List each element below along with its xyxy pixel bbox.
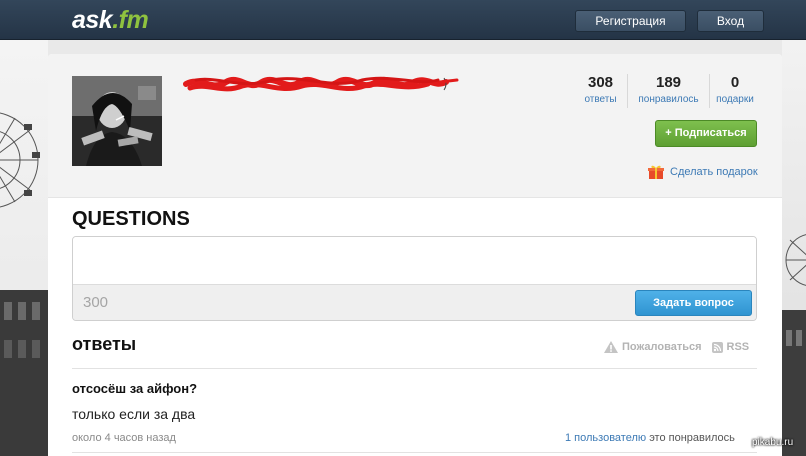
stat-gifts[interactable]: 0 подарки [710,74,760,108]
likes-text: это понравилось [649,432,735,444]
ask-fm-logo[interactable]: ask.fm [72,6,149,35]
stat-gifts-value: 0 [730,74,740,91]
avatar[interactable] [72,76,162,166]
stat-answers[interactable]: 308 ответы [574,74,628,108]
divider [72,368,757,369]
divider [72,452,757,453]
main-panel: 308 ответы 189 понравилось 0 подарки + П… [48,54,782,456]
make-gift-label: Сделать подарок [670,166,758,178]
char-counter: 300 [83,294,109,311]
report-link[interactable]: Пожаловаться [604,341,702,353]
ask-question-form: 300 Задать вопрос [72,236,757,321]
background-scene-right [782,40,806,456]
warning-icon [604,341,618,353]
ask-question-button[interactable]: Задать вопрос [635,290,752,316]
answer-likes: 1 пользователю это понравилось [565,432,735,444]
rss-link[interactable]: RSS [711,341,750,353]
make-gift-link[interactable]: Сделать подарок [648,164,758,180]
questions-heading: QUESTIONS [72,208,190,230]
rss-icon [711,341,723,353]
stat-gifts-label: подарки [716,94,754,105]
answer-question-text[interactable]: отсосёш за айфон? [72,381,197,396]
ask-form-footer: 300 Задать вопрос [73,284,756,320]
gift-icon [648,165,664,179]
logo-tld-text: .fm [112,6,149,34]
top-navigation-bar: ask.fm Регистрация Вход [0,0,806,40]
stat-likes-label: понравилось [638,94,699,105]
watermark: pikabu.ru [752,437,794,448]
rss-label: RSS [726,341,750,353]
profile-stats: 308 ответы 189 понравилось 0 подарки [574,74,760,108]
logo-main-text: ask [72,6,113,34]
stat-answers-value: 308 [587,74,614,91]
answers-heading: ответы [72,334,137,354]
stat-answers-label: ответы [584,94,617,105]
redacted-username-scribble [183,76,459,92]
background-scene-left [0,40,48,456]
profile-header: 308 ответы 189 понравилось 0 подарки + П… [48,54,782,198]
stat-likes-value: 189 [655,74,682,91]
likes-users-link[interactable]: 1 пользователю [565,432,646,444]
avatar-photo-icon [72,76,162,166]
answer-text: только если за два [72,406,196,422]
answers-actions: Пожаловаться RSS [604,341,749,353]
report-label: Пожаловаться [622,341,702,353]
answer-timestamp[interactable]: около 4 часов назад [72,432,176,444]
question-input[interactable] [73,237,756,284]
stat-likes[interactable]: 189 понравилось [628,74,710,108]
login-button[interactable]: Вход [697,10,764,32]
register-button[interactable]: Регистрация [575,10,686,32]
subscribe-button[interactable]: + Подписаться [655,120,757,147]
